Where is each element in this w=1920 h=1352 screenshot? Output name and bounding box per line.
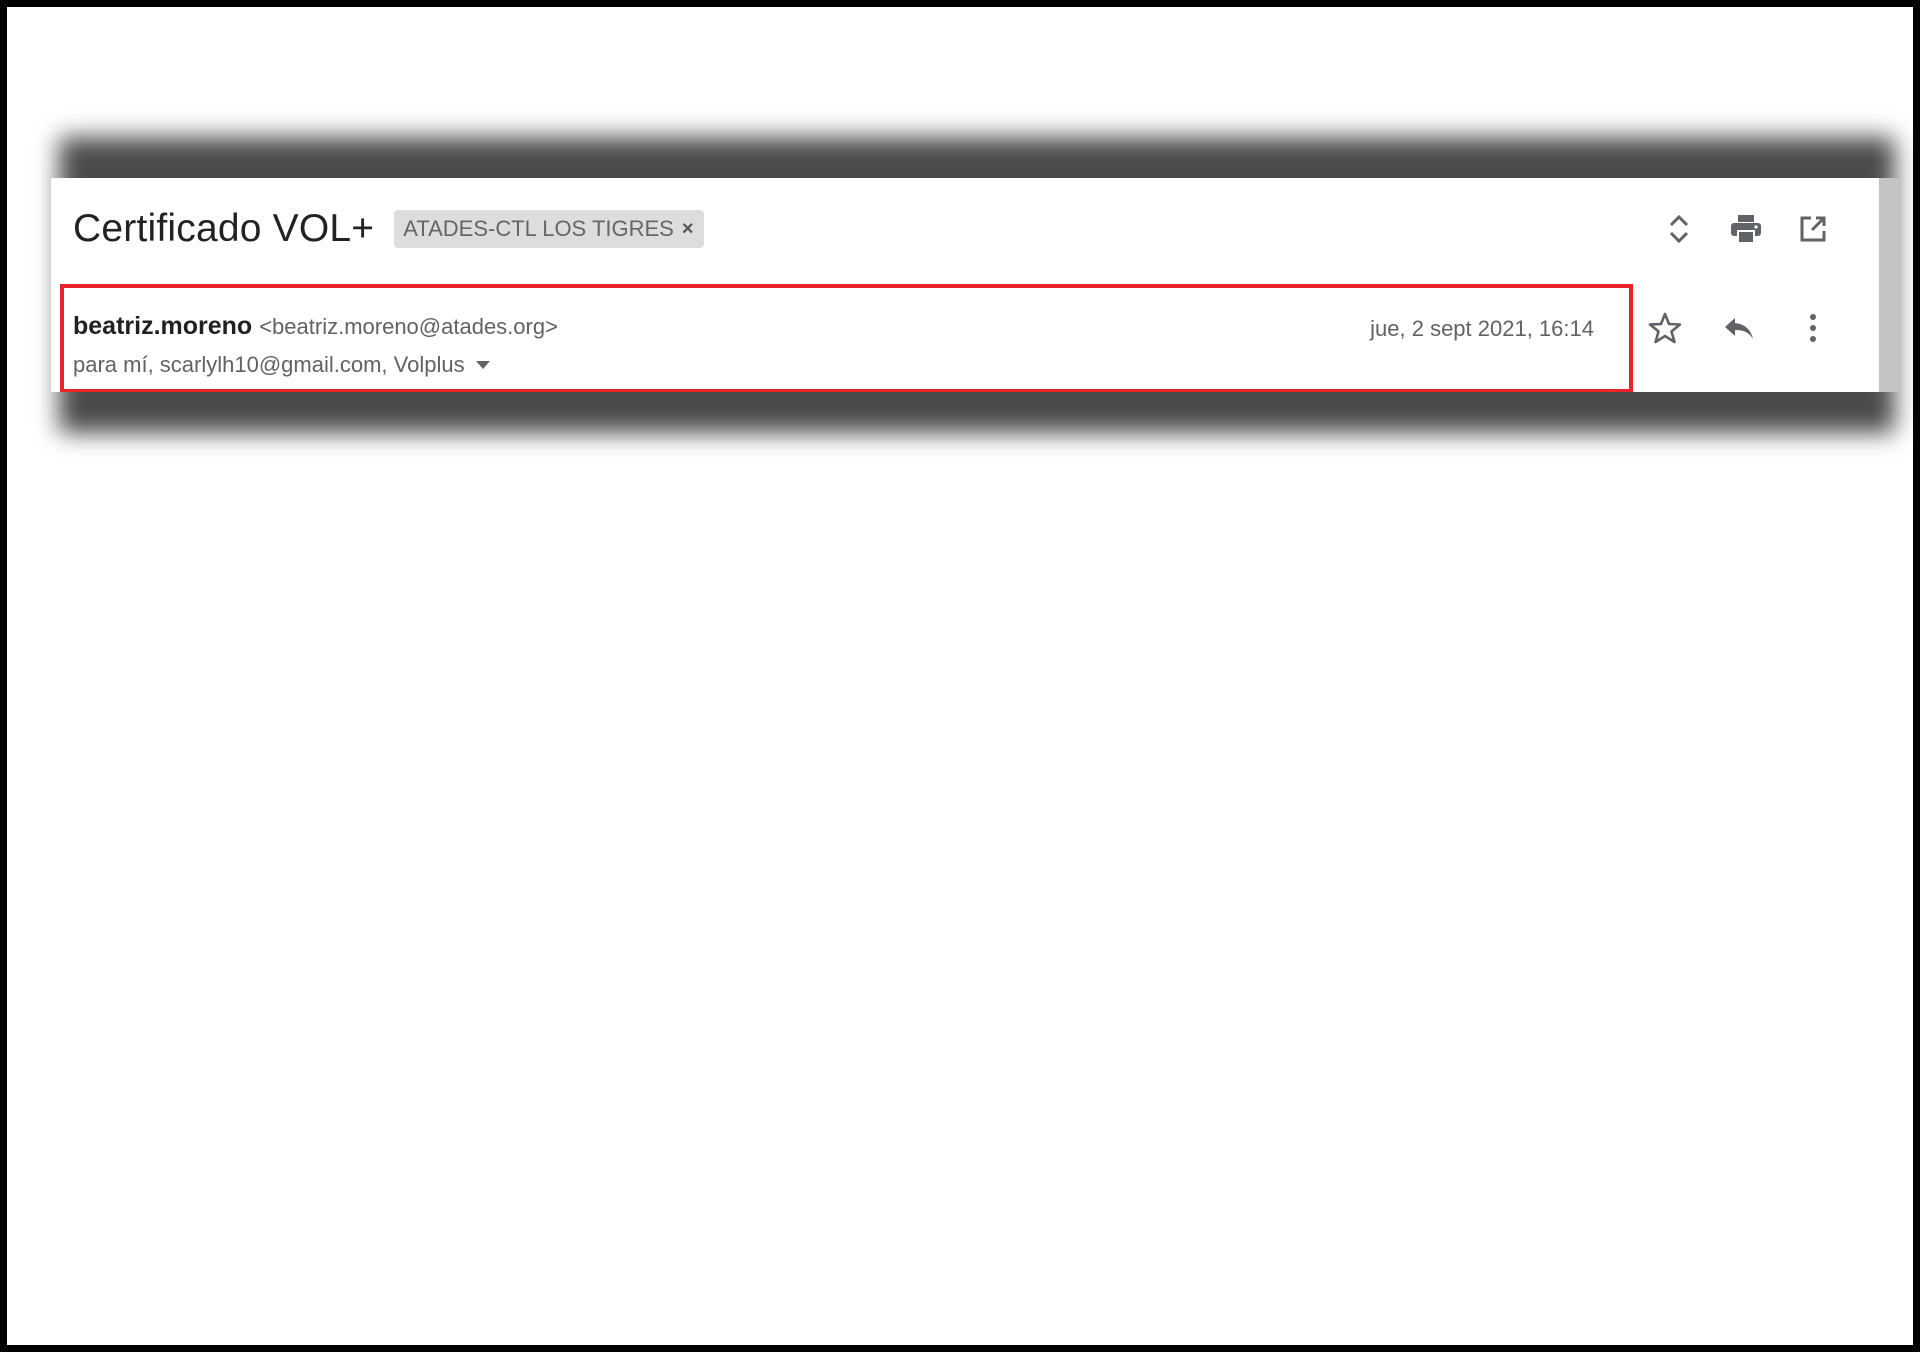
- open-in-new-window-icon[interactable]: [1793, 209, 1833, 249]
- subject-row: Certificado VOL+ ATADES-CTL LOS TIGRES ×: [73, 204, 704, 254]
- label-chip-text: ATADES-CTL LOS TIGRES: [403, 216, 674, 241]
- reply-icon[interactable]: [1717, 306, 1761, 350]
- expand-collapse-icon[interactable]: [1659, 209, 1699, 249]
- email-header-strip: Certificado VOL+ ATADES-CTL LOS TIGRES ×: [51, 178, 1899, 392]
- email-subject: Certificado VOL+: [73, 207, 375, 250]
- scrollbar[interactable]: [1879, 178, 1899, 392]
- print-icon[interactable]: [1726, 209, 1766, 249]
- star-icon[interactable]: [1643, 306, 1687, 350]
- label-remove-icon[interactable]: ×: [682, 218, 694, 241]
- more-vert-icon[interactable]: [1791, 306, 1835, 350]
- label-chip[interactable]: ATADES-CTL LOS TIGRES ×: [394, 210, 704, 248]
- screenshot-frame: Certificado VOL+ ATADES-CTL LOS TIGRES ×: [0, 0, 1920, 1352]
- highlight-annotation-box: [60, 284, 1633, 392]
